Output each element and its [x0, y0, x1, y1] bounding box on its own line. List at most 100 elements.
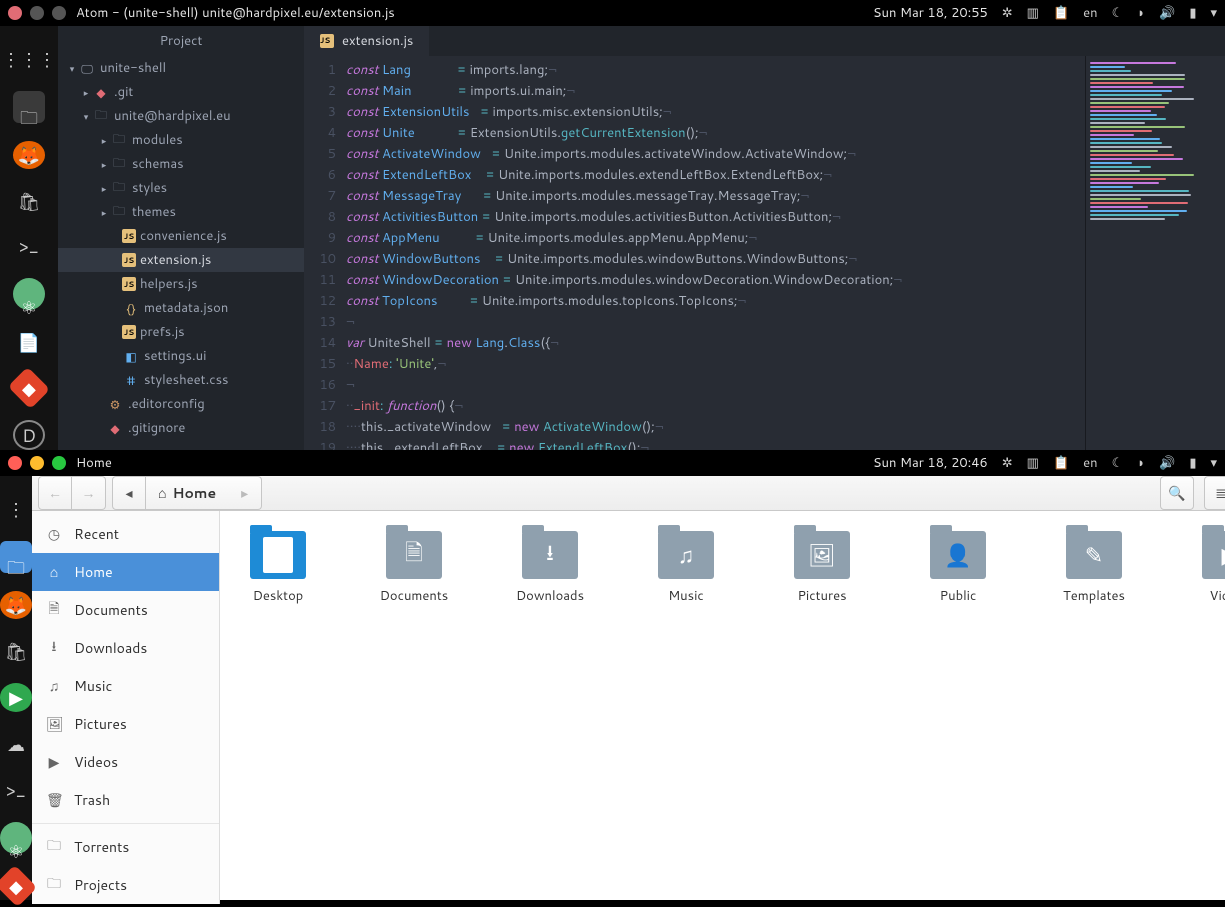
path-bar[interactable]: ◂ ⌂Home ▸ [112, 476, 262, 510]
documents-icon: 🗎 [46, 598, 62, 622]
tree-row[interactable]: JShelpers.js [58, 272, 304, 296]
clipboard-icon[interactable]: 📋 [1053, 4, 1069, 22]
sidebar-item-music[interactable]: ♫Music [32, 667, 219, 705]
disk-icon[interactable]: ▥ [1027, 454, 1039, 472]
minimap[interactable] [1085, 56, 1225, 450]
clipboard-icon[interactable]: 📋 [1053, 454, 1069, 472]
forward-button[interactable]: → [72, 476, 106, 510]
software-icon[interactable]: 🛍 [13, 187, 45, 215]
chevron-down-icon[interactable]: ▾ [1210, 454, 1217, 472]
code-editor[interactable]: const Lang = imports.lang;¬const Main = … [346, 56, 1085, 450]
sidebar-item-home[interactable]: ⌂Home [32, 553, 219, 591]
tree-row[interactable]: JSconvenience.js [58, 224, 304, 248]
folder-templates[interactable]: ✎Templates [1046, 531, 1142, 605]
tree-row[interactable]: ⚙.editorconfig [58, 392, 304, 416]
file-tree[interactable]: ▾🖵unite-shell▸◆.git▾🗀unite@hardpixel.eu▸… [58, 56, 304, 450]
close-icon[interactable] [8, 6, 22, 20]
tree-row[interactable]: ◆.gitignore [58, 416, 304, 440]
notes-icon[interactable]: 📄 [13, 328, 45, 356]
git-icon[interactable]: ◆ [8, 367, 50, 409]
sidebar-item-videos[interactable]: ▶Videos [32, 743, 219, 781]
folder-desktop[interactable]: Desktop [230, 531, 326, 605]
js-icon: JS [122, 277, 136, 291]
terminal-icon[interactable]: >_ [0, 776, 32, 804]
sidebar-item-downloads[interactable]: ⭳Downloads [32, 629, 219, 667]
js-icon: JS [320, 34, 334, 48]
folder-pictures[interactable]: 🖼Pictures [774, 531, 870, 605]
path-prev-button[interactable]: ◂ [112, 476, 146, 510]
sidebar-item-trash[interactable]: 🗑Trash [32, 781, 219, 819]
folder-music[interactable]: ♫Music [638, 531, 734, 605]
tree-row[interactable]: ▸🗀schemas [58, 152, 304, 176]
minimize-icon[interactable] [30, 456, 44, 470]
tree-row[interactable]: ▸◆.git [58, 80, 304, 104]
tree-row[interactable]: JSprefs.js [58, 320, 304, 344]
weather-icon[interactable]: ☁ [0, 730, 32, 758]
back-button[interactable]: ← [38, 476, 72, 510]
battery-icon[interactable]: ▮ [1189, 454, 1196, 472]
volume-icon[interactable]: 🔊 [1159, 454, 1175, 472]
folder-icon: 🖼 [794, 531, 850, 579]
clock[interactable]: Sun Mar 18, 20:55 [873, 4, 988, 22]
tab-extension-js[interactable]: JS extension.js [304, 26, 429, 56]
minimize-icon[interactable] [30, 6, 44, 20]
language-indicator[interactable]: en [1083, 4, 1097, 22]
js-icon: JS [122, 229, 136, 243]
software-icon[interactable]: 🛍 [0, 637, 32, 665]
tab-label: extension.js [342, 32, 413, 50]
tree-row[interactable]: ▸🗀themes [58, 200, 304, 224]
folder-public[interactable]: 👤Public [910, 531, 1006, 605]
tree-row[interactable]: ▾🗀unite@hardpixel.eu [58, 104, 304, 128]
tree-row[interactable]: ◧settings.ui [58, 344, 304, 368]
maximize-icon[interactable] [52, 6, 66, 20]
tree-row[interactable]: #stylesheet.css [58, 368, 304, 392]
files-dock-icon[interactable]: 🗀 [13, 91, 45, 123]
files-grid[interactable]: Desktop 🗎Documents ⭳Downloads ♫Music 🖼Pictur… [220, 511, 1225, 904]
sidebar-item-projects[interactable]: 🗀Projects [32, 866, 219, 904]
folder-videos[interactable]: ▶Videos [1182, 531, 1225, 605]
apps-icon[interactable]: ⋮⋮⋮ [13, 45, 45, 73]
json-icon: {} [122, 300, 140, 317]
close-icon[interactable] [8, 456, 22, 470]
media-icon[interactable]: ▶ [0, 683, 32, 711]
language-indicator[interactable]: en [1083, 454, 1097, 472]
tree-row[interactable]: ▸🗀styles [58, 176, 304, 200]
misc-dock-icon[interactable]: D [13, 420, 45, 450]
atom-icon[interactable]: ⚛ [13, 278, 45, 310]
settings-icon[interactable]: ✲ [1002, 4, 1013, 22]
search-button[interactable]: 🔍 [1160, 476, 1194, 510]
files-dock-icon[interactable]: 🗀 [0, 541, 32, 573]
volume-icon[interactable]: 🔊 [1159, 4, 1175, 22]
folder-downloads[interactable]: ⭳Downloads [502, 531, 598, 605]
chevron-down-icon[interactable]: ▾ [1210, 4, 1217, 22]
disk-icon[interactable]: ▥ [1027, 4, 1039, 22]
tree-row[interactable]: {}metadata.json [58, 296, 304, 320]
tree-row[interactable]: ▾🖵unite-shell [58, 56, 304, 80]
sidebar-item-documents[interactable]: 🗎Documents [32, 591, 219, 629]
maximize-icon[interactable] [52, 456, 66, 470]
project-panel: Project ▾🖵unite-shell▸◆.git▾🗀unite@hardp… [58, 26, 304, 450]
sidebar-item-pictures[interactable]: 🖼Pictures [32, 705, 219, 743]
sidebar-item-recent[interactable]: ◷Recent [32, 515, 219, 553]
terminal-icon[interactable]: >_ [13, 232, 45, 260]
settings-icon[interactable]: ✲ [1002, 454, 1013, 472]
sidebar-item-torrents[interactable]: 🗀Torrents [32, 828, 219, 866]
apps-icon[interactable]: ⋮⋮⋮ [0, 495, 32, 523]
tree-row[interactable]: ▸🗀modules [58, 128, 304, 152]
night-icon[interactable]: ☾ [1112, 454, 1124, 472]
line-gutter: 12345678910111213141516171819 [304, 56, 346, 450]
firefox-icon[interactable]: 🦊 [0, 591, 32, 619]
wifi-icon[interactable]: ◗ [1137, 4, 1145, 22]
night-icon[interactable]: ☾ [1112, 4, 1124, 22]
atom-icon[interactable]: ⚛ [0, 822, 32, 854]
folder-documents[interactable]: 🗎Documents [366, 531, 462, 605]
trash-icon: 🗑 [46, 790, 62, 810]
firefox-icon[interactable]: 🦊 [13, 141, 45, 169]
clock[interactable]: Sun Mar 18, 20:46 [873, 454, 988, 472]
battery-icon[interactable]: ▮ [1189, 4, 1196, 22]
view-toggle-button[interactable]: ≣ [1204, 476, 1225, 510]
repo-icon: 🖵 [78, 60, 96, 77]
path-next-button[interactable]: ▸ [228, 476, 262, 510]
wifi-icon[interactable]: ◗ [1137, 454, 1145, 472]
tree-row[interactable]: JSextension.js [58, 248, 304, 272]
